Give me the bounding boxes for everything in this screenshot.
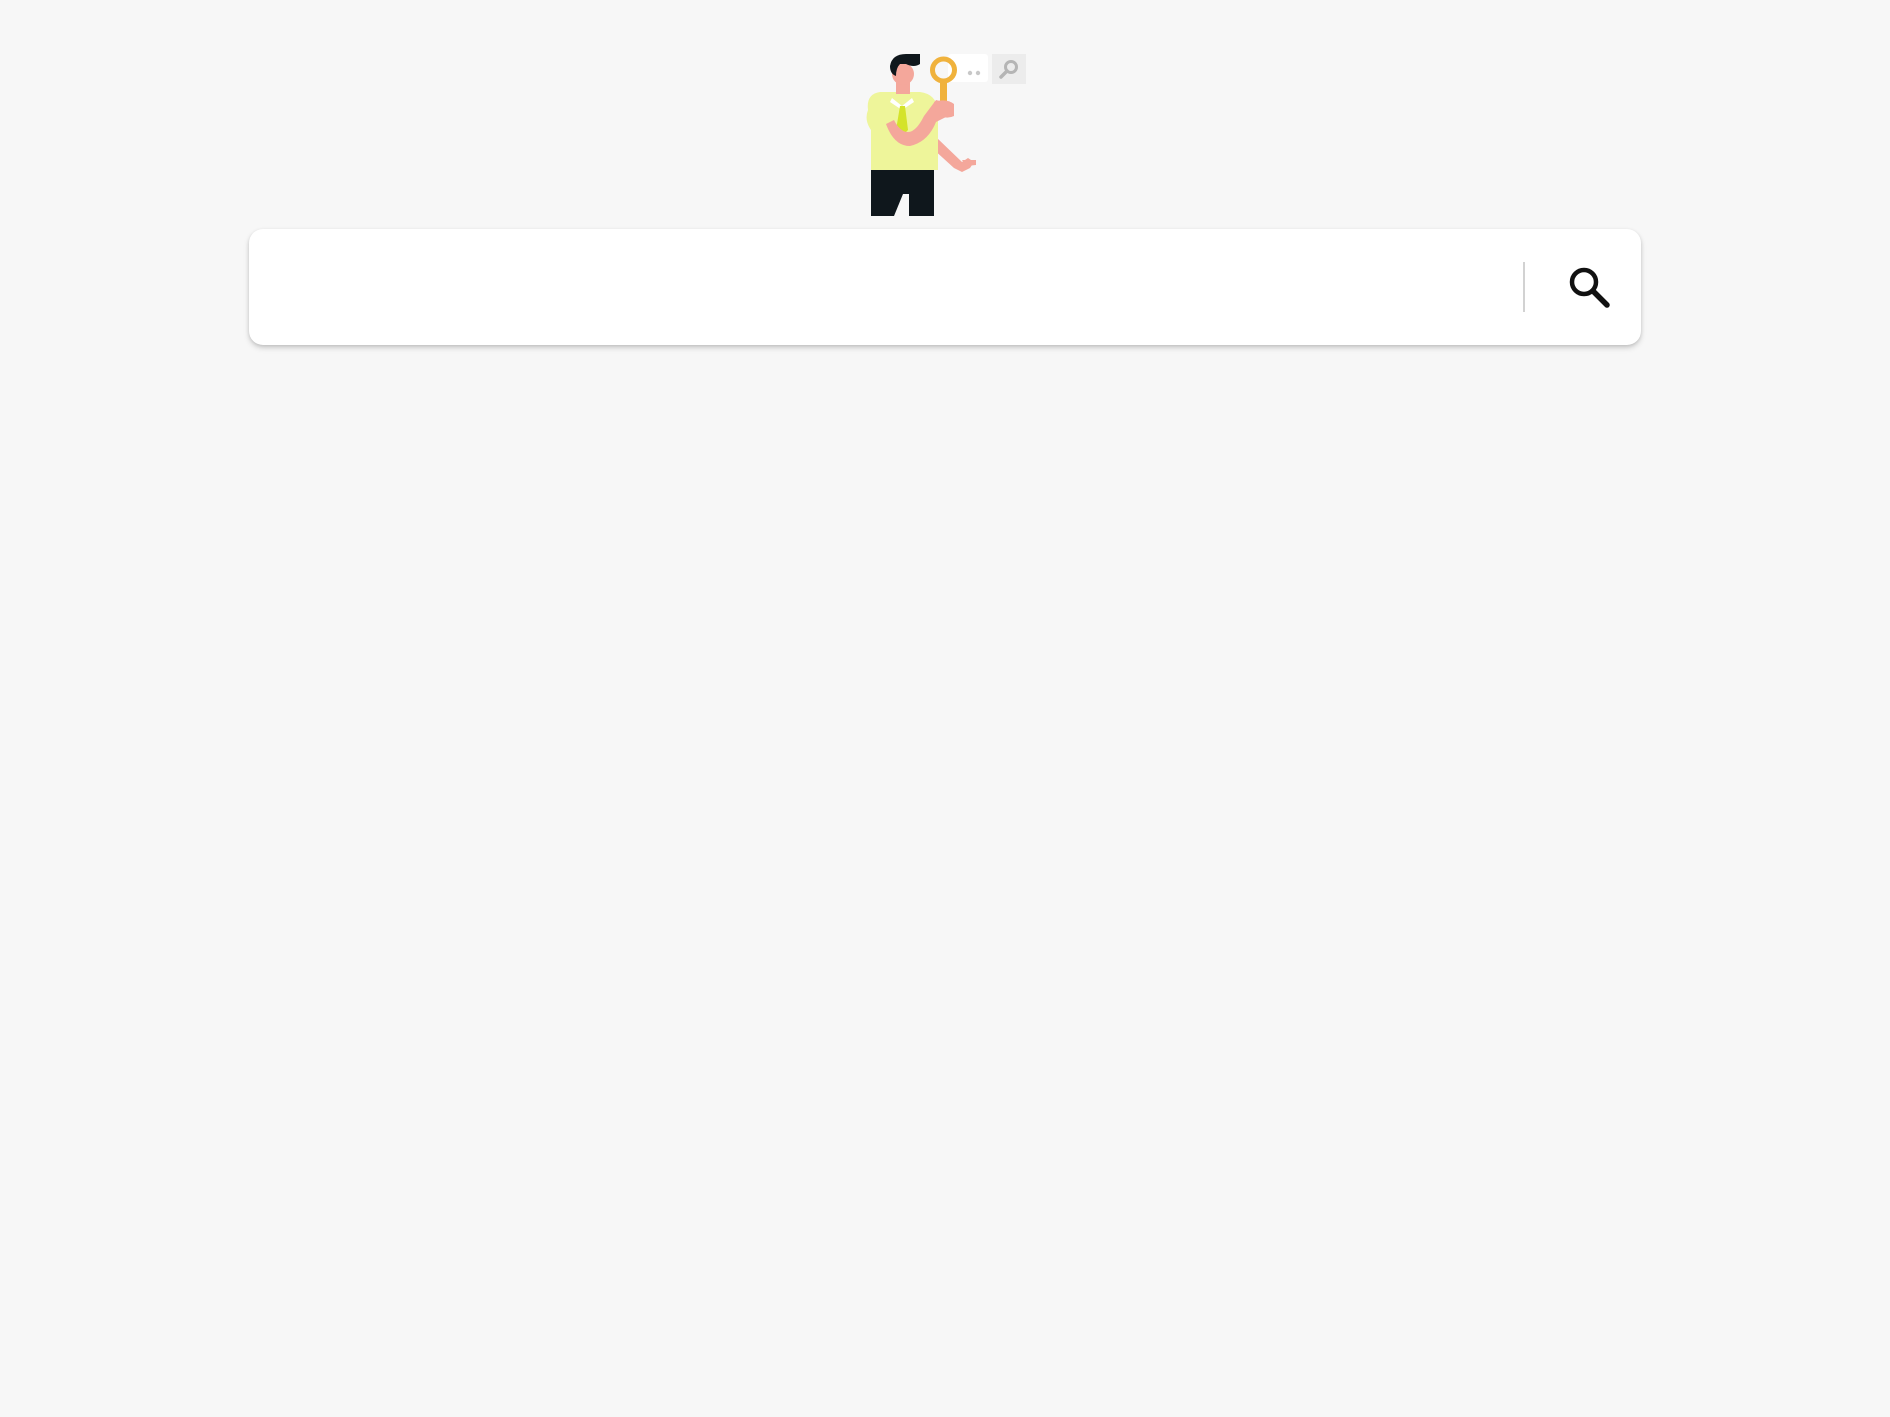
bubble-magnifier-box (992, 54, 1026, 84)
search-input[interactable] (273, 229, 1513, 345)
search-divider (1523, 262, 1525, 312)
person-with-magnifier-illustration (866, 54, 1026, 216)
search-page (0, 0, 1890, 1417)
search-bar (249, 229, 1641, 345)
search-button[interactable] (1549, 247, 1629, 327)
search-icon (1569, 267, 1610, 308)
